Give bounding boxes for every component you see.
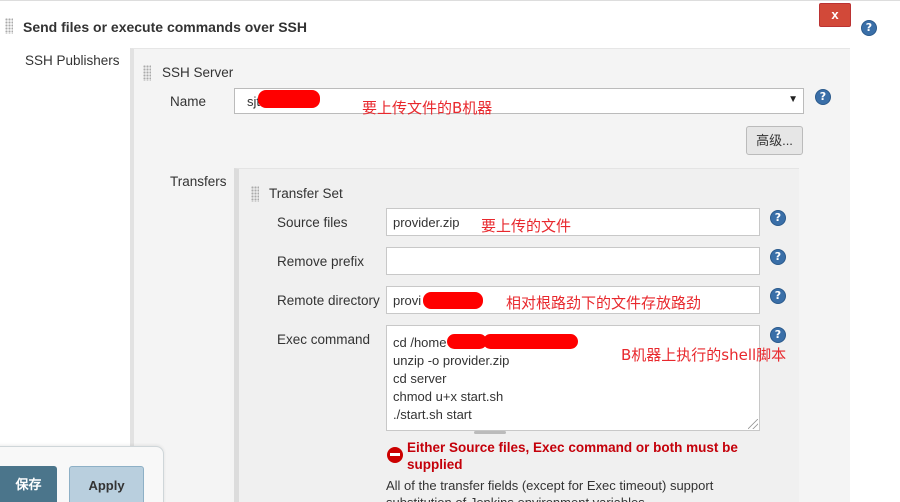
help-icon[interactable]: ? bbox=[770, 288, 786, 304]
chevron-down-icon: ▼ bbox=[788, 94, 798, 105]
annotation-source: 要上传的文件 bbox=[481, 217, 572, 235]
close-button[interactable]: x bbox=[819, 3, 851, 27]
exec-command-label: Exec command bbox=[277, 332, 371, 347]
source-files-label: Source files bbox=[277, 215, 348, 230]
redaction-mark bbox=[258, 90, 320, 108]
error-message: Either Source files, Exec command or bot… bbox=[407, 440, 738, 472]
jenkins-config-page: Send files or execute commands over SSH … bbox=[0, 0, 900, 502]
remove-prefix-input[interactable] bbox=[386, 247, 760, 275]
ssh-server-title: SSH Server bbox=[162, 65, 234, 80]
transfers-label: Transfers bbox=[170, 174, 227, 189]
annotation-name: 要上传文件的B机器 bbox=[362, 99, 493, 117]
command-line: cd server bbox=[393, 371, 447, 386]
advanced-button[interactable]: 高级... bbox=[746, 126, 803, 155]
help-icon[interactable]: ? bbox=[770, 210, 786, 226]
section-header: Send files or execute commands over SSH bbox=[0, 0, 900, 46]
help-icon[interactable]: ? bbox=[861, 20, 877, 36]
drag-handle-icon[interactable] bbox=[5, 18, 13, 34]
help-icon[interactable]: ? bbox=[770, 249, 786, 265]
error-icon bbox=[387, 447, 403, 463]
annotation-remote: 相对根路劲下的文件存放路劲 bbox=[506, 294, 702, 312]
annotation-exec: B机器上执行的shell脚本 bbox=[621, 346, 787, 364]
redaction-mark bbox=[423, 292, 483, 309]
redaction-mark bbox=[447, 334, 487, 349]
drag-handle-icon[interactable] bbox=[143, 65, 151, 81]
ssh-publishers-label: SSH Publishers bbox=[25, 53, 120, 68]
remove-prefix-label: Remove prefix bbox=[277, 254, 365, 269]
section-title: Send files or execute commands over SSH bbox=[23, 19, 307, 35]
info-text: All of the transfer fields (except for E… bbox=[386, 478, 714, 502]
resize-handle-icon[interactable] bbox=[748, 419, 758, 429]
command-line: ./start.sh start bbox=[393, 407, 472, 422]
help-icon[interactable]: ? bbox=[770, 327, 786, 343]
drag-handle-icon[interactable] bbox=[251, 186, 259, 202]
help-icon[interactable]: ? bbox=[815, 89, 831, 105]
redaction-mark bbox=[483, 334, 578, 349]
divider bbox=[474, 431, 506, 434]
remote-directory-label: Remote directory bbox=[277, 293, 380, 308]
transfer-set-title: Transfer Set bbox=[269, 186, 343, 201]
apply-button[interactable]: Apply bbox=[69, 466, 144, 502]
save-button[interactable]: 保存 bbox=[0, 466, 57, 502]
name-label: Name bbox=[170, 94, 207, 109]
source-files-input[interactable]: provider.zip bbox=[386, 208, 760, 236]
command-line: chmod u+x start.sh bbox=[393, 389, 504, 404]
